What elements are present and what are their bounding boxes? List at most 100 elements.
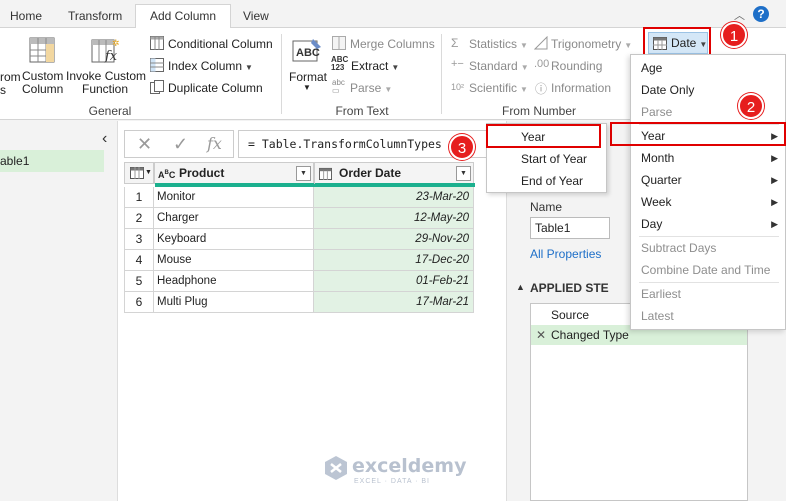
conditional-column-button[interactable]: Conditional Column [168, 37, 273, 51]
row-number[interactable]: 3 [124, 229, 154, 250]
table-menu-corner[interactable]: ▼ [124, 162, 154, 184]
cell-order-date[interactable]: 23-Mar-20 [314, 187, 474, 208]
cell-order-date[interactable]: 01-Feb-21 [314, 271, 474, 292]
chevron-down-icon: ▼ [145, 169, 152, 176]
cell-order-date[interactable]: 29-Nov-20 [314, 229, 474, 250]
custom-column-button[interactable]: Custom Column [22, 70, 64, 96]
chevron-down-icon: ▼ [624, 41, 633, 50]
applied-steps-heading: APPLIED STE [530, 281, 609, 295]
watermark-tagline: EXCEL · DATA · BI [354, 478, 430, 485]
cell-product[interactable]: Headphone [154, 271, 314, 292]
menu-item-subtract-days[interactable]: Subtract Days [632, 237, 785, 259]
menu-item-age[interactable]: Age [632, 57, 785, 79]
tab-home[interactable]: Home [6, 5, 46, 28]
column-from-examples-label-2[interactable]: s [0, 83, 6, 97]
column-header-label: Order Date [339, 166, 402, 180]
delete-step-icon[interactable]: ✕ [536, 325, 546, 345]
column-from-examples-label[interactable]: rom [0, 70, 21, 84]
menu-item-label: Week [641, 195, 672, 209]
duplicate-column-icon [150, 80, 164, 94]
custom-column-label-2: Column [22, 82, 64, 96]
query-name-input[interactable]: Table1 [530, 217, 610, 239]
standard-button[interactable]: Standard ▼ [469, 59, 529, 73]
invoke-custom-function-button[interactable]: Invoke Custom Function [66, 70, 146, 96]
cell-product[interactable]: Mouse [154, 250, 314, 271]
scientific-button[interactable]: Scientific ▼ [469, 81, 528, 95]
svg-text:fx: fx [104, 49, 118, 64]
column-header-product[interactable]: ABC Product ▼ [154, 162, 315, 187]
submenu-item-end-of-year[interactable]: End of Year [487, 170, 606, 192]
statistics-icon: Σ [451, 36, 459, 50]
menu-item-week[interactable]: Week ▶ [632, 191, 785, 213]
row-number[interactable]: 4 [124, 250, 154, 271]
ribbon-tab-bar: Home Transform Add Column View [0, 0, 786, 29]
rounding-button[interactable]: Rounding [551, 59, 602, 73]
chevron-down-icon: ▼ [520, 63, 529, 72]
cell-product[interactable]: Monitor [154, 187, 314, 208]
row-number[interactable]: 6 [124, 292, 154, 313]
row-number[interactable]: 2 [124, 208, 154, 229]
statistics-button[interactable]: Statistics ▼ [469, 37, 528, 51]
menu-item-date-only[interactable]: Date Only [632, 79, 785, 101]
ribbon-separator [441, 34, 442, 114]
chevron-down-icon: ▼ [520, 85, 528, 94]
collapse-ribbon-icon[interactable]: ︿ [734, 7, 745, 23]
invoke-function-icon: fx ✲ [91, 38, 120, 64]
invoke-function-label-2: Function [81, 82, 129, 96]
format-icon: ABC [292, 39, 321, 62]
all-properties-link[interactable]: All Properties [530, 247, 601, 261]
custom-column-icon [29, 37, 55, 63]
column-header-order-date[interactable]: Order Date ▼ [314, 162, 475, 187]
fx-icon[interactable]: fx [207, 135, 222, 153]
menu-item-quarter[interactable]: Quarter ▶ [632, 169, 785, 191]
cell-product[interactable]: Charger [154, 208, 314, 229]
menu-item-month[interactable]: Month ▶ [632, 147, 785, 169]
filter-dropdown-icon[interactable]: ▼ [296, 166, 311, 181]
watermark-name: exceldemy [352, 455, 467, 477]
chevron-down-icon: ▼ [520, 41, 528, 50]
row-number[interactable]: 5 [124, 271, 154, 292]
menu-item-combine-date-time[interactable]: Combine Date and Time [632, 259, 785, 281]
date-dropdown-menu: Age Date Only Parse Year ▶ Month ▶ Quarter… [630, 54, 786, 330]
callout-badge-1: 1 [721, 22, 747, 48]
cell-order-date[interactable]: 12-May-20 [314, 208, 474, 229]
format-button[interactable]: Format [289, 70, 327, 84]
chevron-right-icon: ▶ [771, 219, 778, 229]
row-number[interactable]: 1 [124, 187, 154, 208]
cancel-formula-icon[interactable]: ✕ [137, 135, 152, 153]
collapse-triangle-icon[interactable]: ▲ [516, 282, 525, 292]
cell-product[interactable]: Multi Plug [154, 292, 314, 313]
format-chevron-down-icon: ▼ [303, 83, 311, 92]
index-column-button[interactable]: Index Column ▼ [168, 59, 253, 73]
parse-button[interactable]: Parse ▼ [350, 81, 392, 95]
duplicate-column-button[interactable]: Duplicate Column [168, 81, 263, 95]
cell-order-date[interactable]: 17-Dec-20 [314, 250, 474, 271]
scientific-icon: 10² [451, 82, 465, 92]
submenu-item-start-of-year[interactable]: Start of Year [487, 148, 606, 170]
menu-item-day[interactable]: Day ▶ [632, 213, 785, 235]
help-icon[interactable]: ? [753, 6, 769, 22]
tab-transform[interactable]: Transform [64, 5, 126, 28]
menu-item-latest[interactable]: Latest [632, 305, 785, 327]
filter-dropdown-icon[interactable]: ▼ [456, 166, 471, 181]
scientific-label: Scientific [469, 81, 518, 95]
trigonometry-button[interactable]: Trigonometry ▼ [551, 37, 632, 51]
group-label-general: General [88, 104, 132, 118]
information-button[interactable]: Information [551, 81, 611, 95]
parse-label: Parse [350, 81, 382, 95]
cell-order-date[interactable]: 17-Mar-21 [314, 292, 474, 313]
tab-add-column[interactable]: Add Column [135, 4, 232, 29]
trigonometry-icon [534, 36, 548, 50]
statistics-label: Statistics [469, 37, 518, 51]
ribbon-separator [281, 34, 282, 114]
commit-formula-icon[interactable]: ✓ [173, 135, 188, 153]
menu-item-earliest[interactable]: Earliest [632, 283, 785, 305]
collapse-pane-icon[interactable]: ‹ [102, 130, 107, 148]
cell-product[interactable]: Keyboard [154, 229, 314, 250]
rounding-icon: .00 [534, 58, 550, 70]
extract-button[interactable]: Extract ▼ [351, 59, 399, 73]
merge-columns-button[interactable]: Merge Columns [350, 37, 435, 51]
query-item-table1[interactable]: able1 [0, 150, 104, 172]
menu-item-label: Month [641, 151, 675, 165]
tab-view[interactable]: View [239, 5, 273, 28]
